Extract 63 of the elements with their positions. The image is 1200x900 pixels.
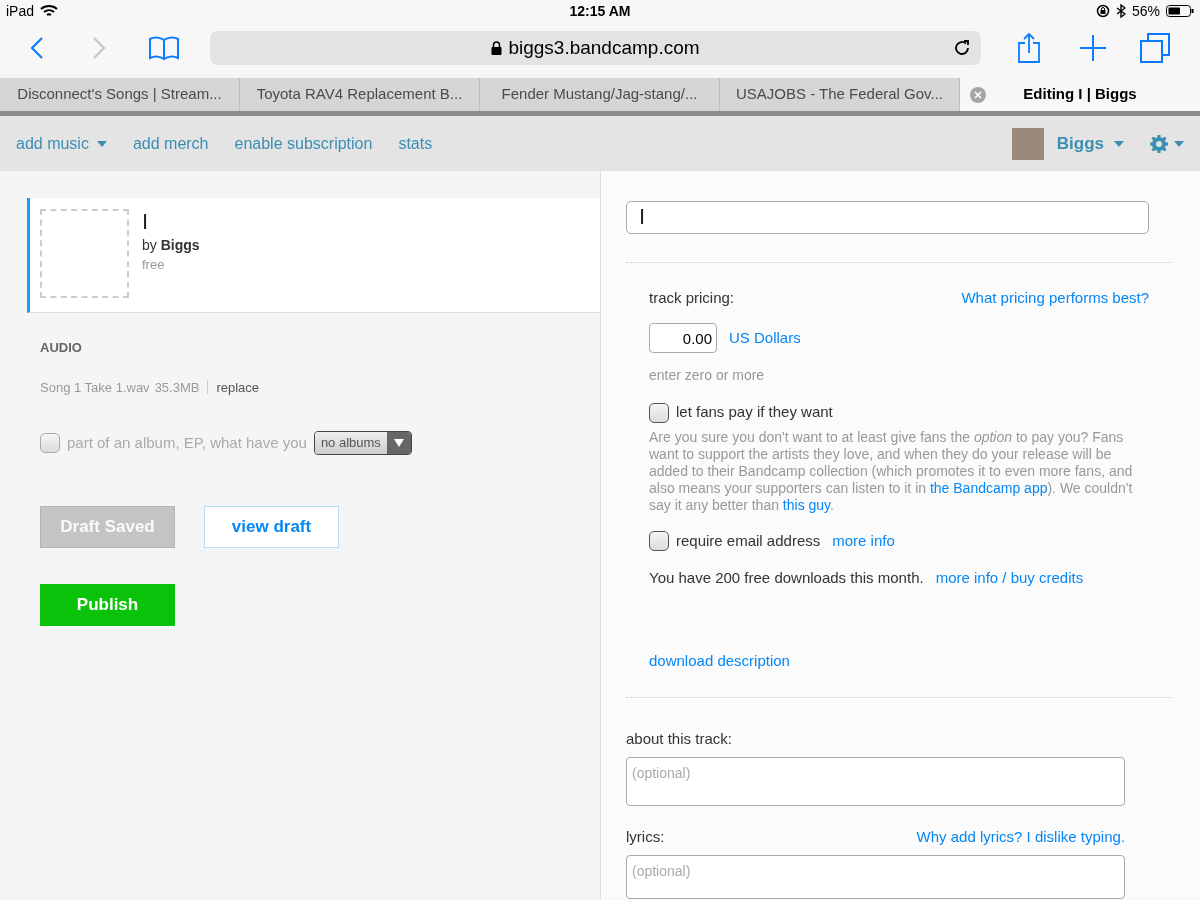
price-hint: enter zero or more (649, 366, 766, 386)
lyrics-help-link[interactable]: Why add lyrics? I dislike typing. (916, 826, 1125, 849)
browser-tab[interactable]: Fender Mustang/Jag-stang/... (480, 78, 720, 111)
user-menu[interactable]: Biggs (1056, 130, 1124, 157)
artist-line: by Biggs (142, 236, 200, 255)
reload-icon[interactable] (953, 39, 971, 57)
nav-link[interactable]: add music (16, 131, 107, 156)
view-draft-button[interactable]: view draft (204, 506, 339, 548)
inline-link[interactable]: this guy (782, 496, 831, 513)
option-label: let fans pay if they want (676, 402, 833, 423)
currency-link[interactable]: US Dollars (729, 327, 801, 350)
lyrics-label: lyrics: (626, 827, 665, 848)
back-icon[interactable] (30, 36, 44, 60)
option-label: require email address (676, 530, 821, 551)
url-text: biggs3.bandcamp.com (508, 35, 700, 60)
close-icon[interactable] (970, 86, 986, 103)
lyrics-field[interactable]: (optional) (626, 854, 1125, 899)
caret-icon (96, 140, 107, 147)
plus-icon[interactable] (1080, 35, 1106, 61)
lock-rotation-icon (1095, 4, 1110, 18)
address-bar[interactable]: biggs3.bandcamp.com (210, 31, 981, 65)
publish-button[interactable]: Publish (40, 584, 175, 626)
download-description-link[interactable]: download description (649, 649, 790, 673)
device-name: iPad (6, 1, 35, 21)
checkbox[interactable] (649, 402, 669, 423)
about-label: about this track: (626, 729, 733, 750)
wifi-icon (40, 4, 59, 18)
file-name: Song 1 Take 1.wav (40, 378, 150, 397)
status-time: 12:15 AM (569, 1, 631, 21)
track-title: I (142, 209, 150, 235)
settings-icon[interactable] (1150, 134, 1184, 153)
replace-link[interactable]: replace (216, 377, 260, 397)
avatar-placeholder (1011, 127, 1044, 160)
caret-icon (1114, 140, 1124, 147)
price-text: free (142, 256, 166, 274)
share-icon[interactable] (1017, 32, 1041, 64)
browser-tab[interactable]: Editing I | Biggs (960, 78, 1200, 111)
bookmarks-icon[interactable] (148, 35, 180, 61)
pricing-help-link[interactable]: What pricing performs best? (961, 286, 1149, 310)
tabs-icon[interactable] (1140, 33, 1170, 63)
caret-icon (393, 439, 404, 447)
title-field[interactable]: I (626, 201, 1149, 234)
nav-link[interactable]: stats (398, 131, 433, 156)
browser-tab[interactable]: Disconnect's Songs | Stream... (0, 78, 240, 111)
buy-credits-link[interactable]: more info / buy credits (935, 567, 1084, 590)
section-heading: AUDIO (40, 339, 83, 357)
about-field[interactable]: (optional) (626, 756, 1125, 807)
nav-link[interactable]: add merch (132, 131, 209, 156)
lock-icon (491, 41, 503, 55)
battery-percent: 56% (1131, 1, 1160, 21)
album-label: part of an album, EP, what have you (67, 432, 307, 453)
browser-tab[interactable]: Toyota RAV4 Replacement B... (240, 78, 480, 111)
bluetooth-icon (1115, 4, 1126, 18)
downloads-text: You have 200 free downloads this month. (649, 568, 924, 589)
nav-link[interactable]: enable subscription (234, 131, 373, 156)
more-info-link[interactable]: more info (832, 529, 895, 553)
file-size: 35.3MB (154, 378, 200, 397)
pay-note: Are you sure you don't want to at least give fans the option to pay you? Fans want to support the artists they love, and when they do your release will be added to their Bandcamp collection (which promotes it to even more fans, and also means your supporters can listen to it in the Bandcamp app). We couldn't say it any better than this guy. (649, 428, 1134, 514)
battery-icon (1166, 4, 1194, 18)
inline-link[interactable]: the Bandcamp app (929, 479, 1048, 496)
price-field[interactable]: 0.00 (649, 323, 717, 354)
pricing-label: track pricing: (649, 287, 735, 308)
checkbox[interactable] (649, 531, 669, 552)
